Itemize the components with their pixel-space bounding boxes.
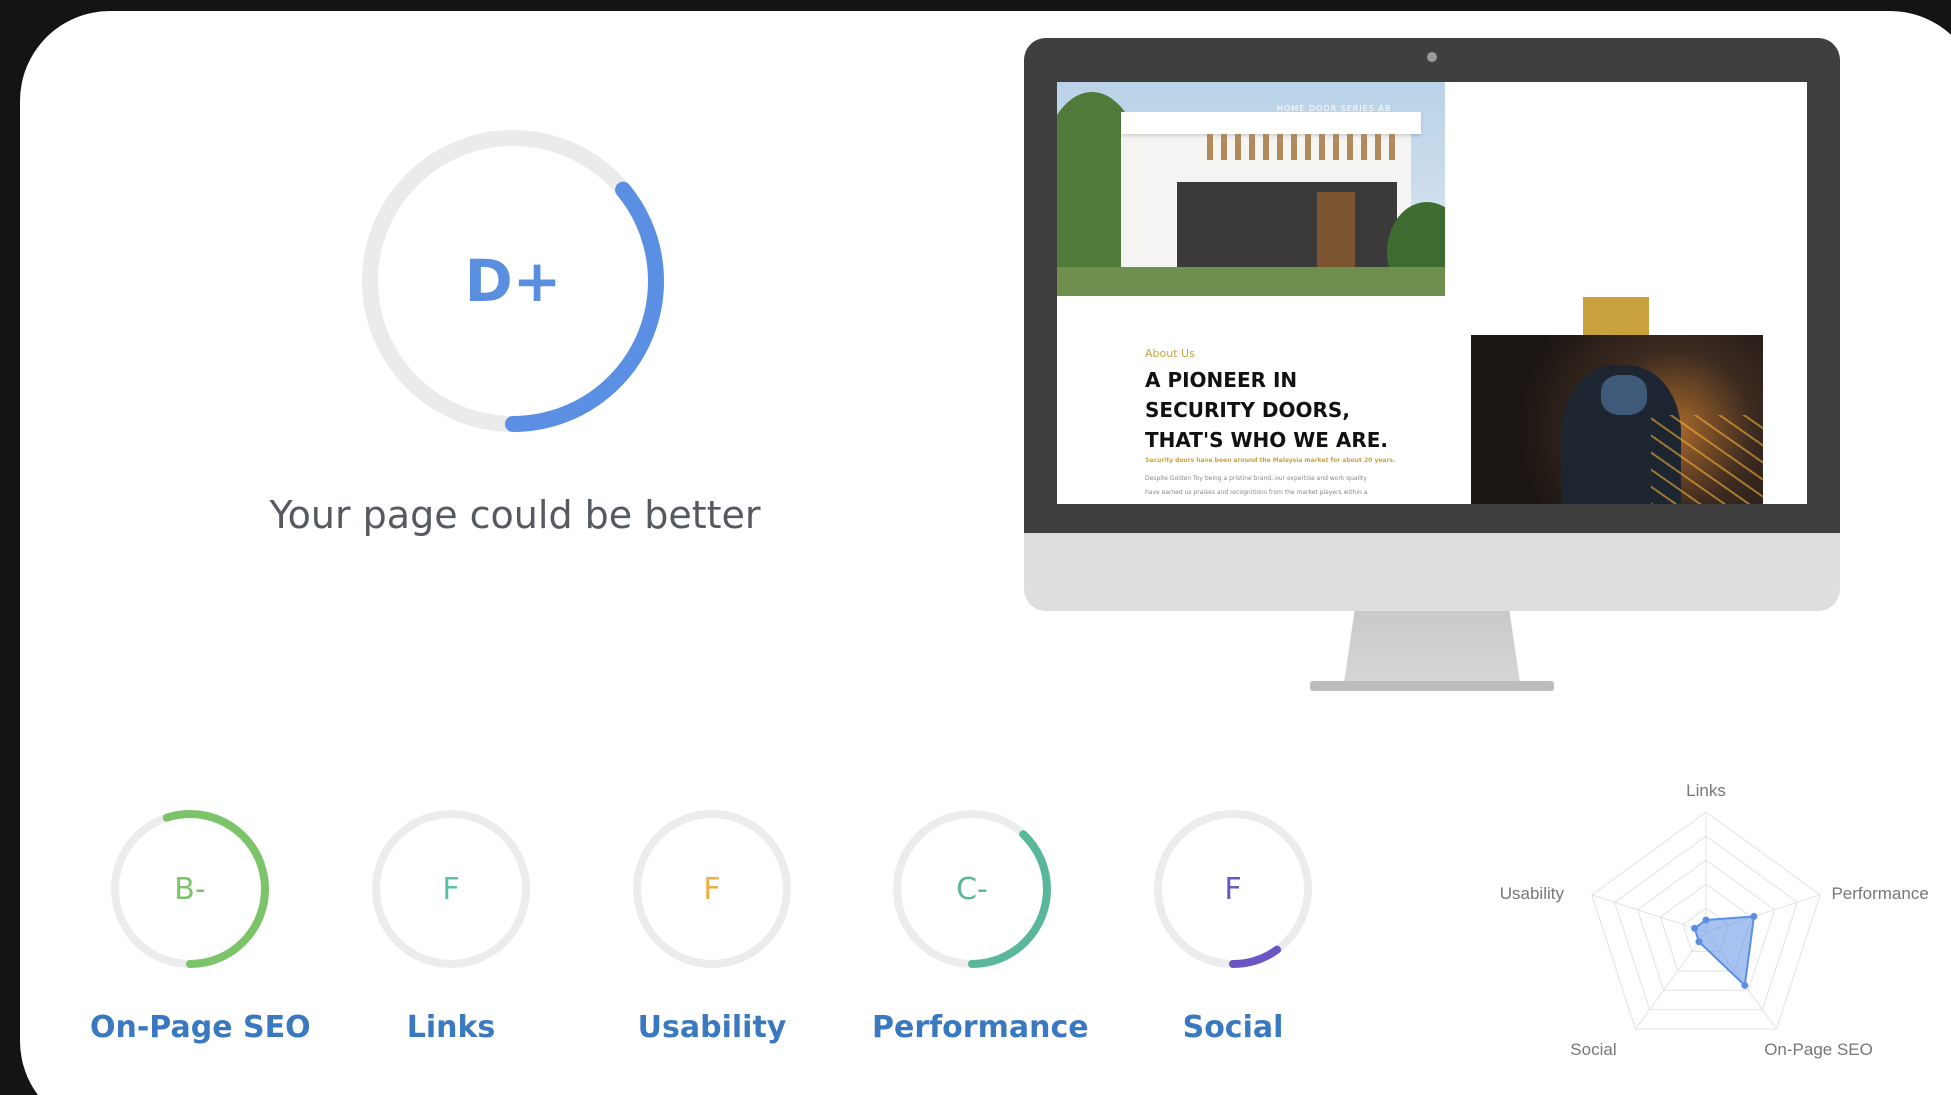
welder-image [1471,335,1763,504]
category-label: On-Page SEO [90,1010,311,1045]
site-nav: HOME DOOR SERIES AB [1277,104,1392,113]
report-card: D+ Your page could be better HOME DOOR S… [20,11,1951,1095]
category-label: Performance [872,1010,1089,1045]
site-subheadline: Security doors have been around the Mala… [1145,457,1396,464]
accent-block [1583,297,1649,337]
hero-image: HOME DOOR SERIES AB [1057,82,1445,296]
monitor-base [1310,681,1554,691]
overall-message: Your page could be better [269,493,761,537]
radar-point [1750,912,1758,920]
site-preview-monitor: HOME DOOR SERIES AB About Us A PIONEER I… [1024,38,1840,698]
radar-svg: Links Performance On-Page SEO Social Usabili… [1500,781,1929,1059]
site-screenshot: HOME DOOR SERIES AB About Us A PIONEER I… [1057,82,1807,504]
camera-icon [1427,52,1437,62]
category-label: Links [406,1010,496,1045]
about-label: About Us [1145,347,1195,360]
category-performance[interactable]: C- Performance [872,806,1089,1045]
category-label: Usability [637,1010,787,1045]
radar-point [1702,916,1710,924]
radar-point [1695,938,1703,946]
category-usability[interactable]: F Usability [612,806,812,1045]
category-grade: F [442,871,460,907]
category-grade: B- [174,871,206,907]
radar-axis-line [1591,894,1707,933]
category-grade: C- [956,871,988,907]
radar-axis-label: Usability [1500,884,1565,903]
category-links[interactable]: F Links [351,806,551,1045]
overall-grade: D+ [464,247,562,315]
overall-score-gauge: D+ [353,121,673,441]
radar-axis-label: On-Page SEO [1764,1040,1873,1059]
category-radar-chart: Links Performance On-Page SEO Social Usabili… [1480,757,1940,1087]
category-grade: F [1224,871,1242,907]
radar-axis-label: Links [1686,781,1726,800]
category-grade: F [703,871,721,907]
radar-point [1691,924,1699,932]
radar-axis-line [1635,931,1707,1030]
radar-axis-label: Performance [1831,884,1928,903]
radar-point [1741,981,1749,989]
monitor-bezel: HOME DOOR SERIES AB About Us A PIONEER I… [1024,38,1840,533]
site-body-text: Despite Golden Toy being a pristine bran… [1145,475,1368,496]
monitor-stand [1344,611,1520,683]
category-on-page-seo[interactable]: B- On-Page SEO [90,806,311,1045]
radar-axis-label: Social [1570,1040,1616,1059]
category-label: Social [1182,1010,1284,1045]
category-social[interactable]: F Social [1133,806,1333,1045]
site-headline: A PIONEER IN SECURITY DOORS, THAT'S WHO … [1145,368,1389,452]
radar-series-area [1693,915,1756,988]
monitor-chin [1024,533,1840,611]
